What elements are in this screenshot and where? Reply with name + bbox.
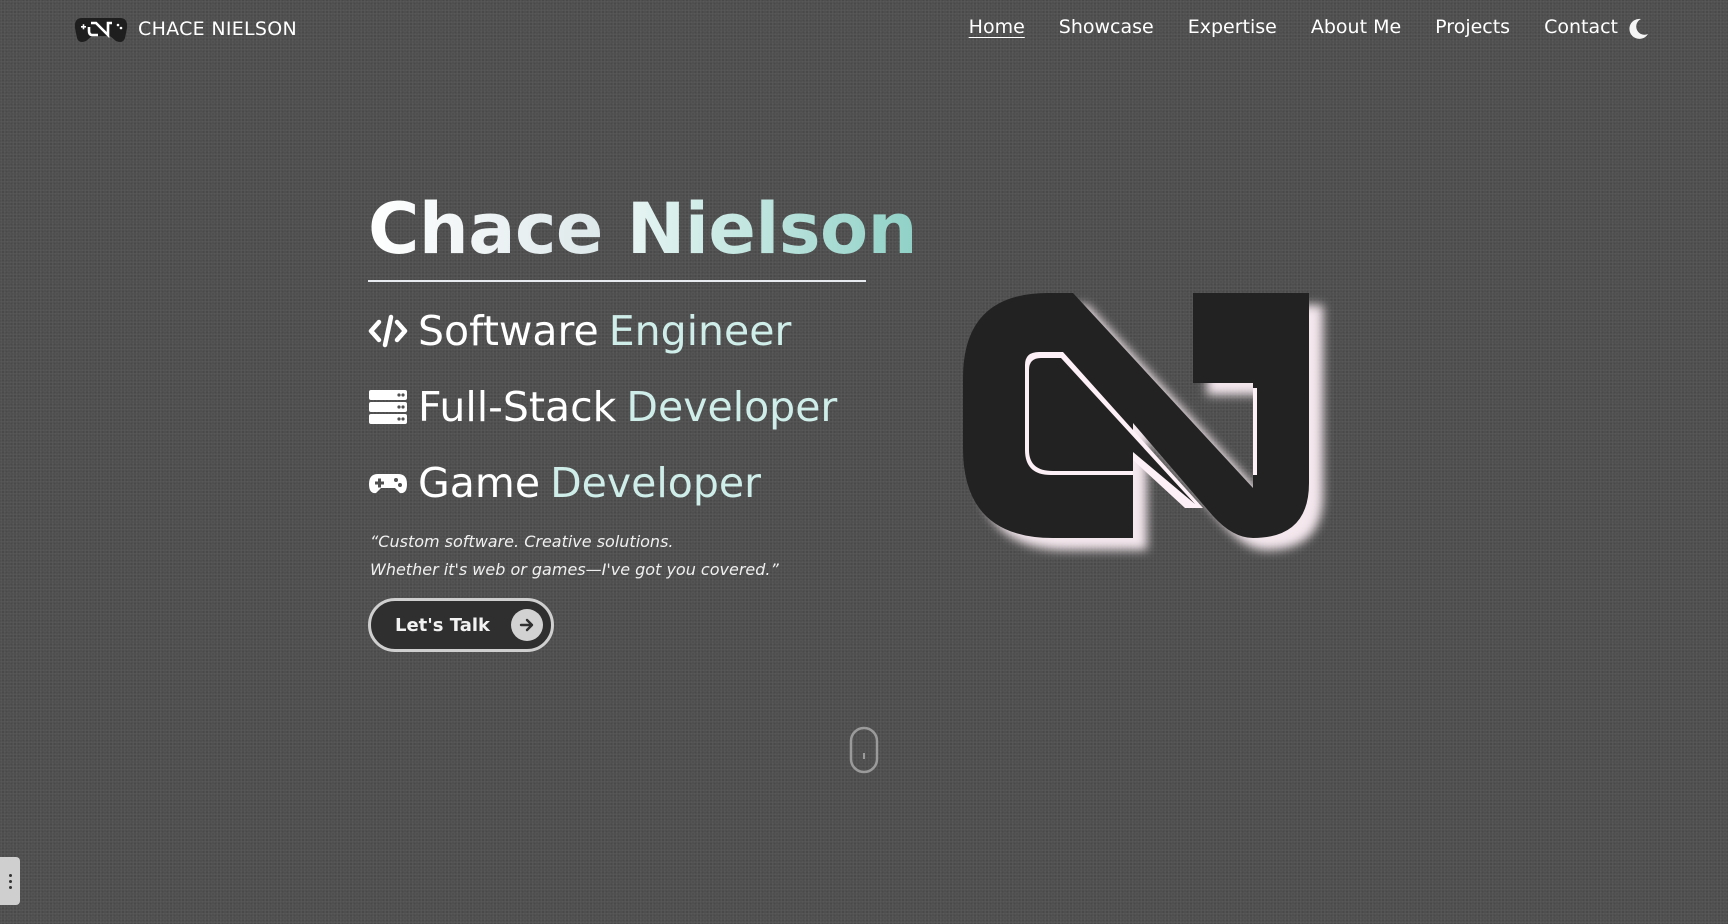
role-word-1: Game [418,459,541,507]
nav-link-contact[interactable]: Contact [1544,16,1618,38]
hero-first-name: Chace [368,188,603,270]
role-word-2: Developer [550,459,761,507]
arrow-right-icon [511,609,543,641]
moon-icon[interactable] [1626,17,1650,41]
nav-link-home[interactable]: Home [969,16,1025,38]
nav-links: Home Showcase Expertise About Me Project… [969,16,1618,38]
dot [8,873,12,877]
mouse-scroll-icon [849,726,879,774]
hero-last-name: Nielson [626,188,918,270]
code-icon [368,314,408,348]
quote-line-1: “Custom software. Creative solutions. [370,532,674,551]
cn-monogram-logo [963,293,1323,550]
background-noise [0,0,1728,924]
hero-name: Chace Nielson [368,188,917,282]
nav-link-projects[interactable]: Projects [1435,16,1510,38]
side-menu-handle[interactable] [0,857,20,905]
quote-line-2: Whether it's web or games—I've got you c… [370,560,779,579]
nav-link-expertise[interactable]: Expertise [1188,16,1277,38]
nav-link-about-me[interactable]: About Me [1311,16,1401,38]
role-full-stack-developer: Full-Stack Developer [368,383,837,431]
gamepad-icon [369,474,407,494]
role-software-engineer: Software Engineer [368,307,791,355]
role-word-1: Full-Stack [418,383,617,431]
role-word-2: Developer [626,383,838,431]
server-icon [369,390,407,424]
brand-link[interactable]: CHACE NIELSON [74,14,297,44]
lets-talk-label: Let's Talk [395,614,491,636]
dot [8,879,12,883]
role-word-1: Software [418,307,599,355]
role-game-developer: Game Developer [368,459,761,507]
hero-quote: “Custom software. Creative solutions. Wh… [370,528,779,584]
lets-talk-button[interactable]: Let's Talk [368,598,554,652]
top-navigation: CHACE NIELSON Home Showcase Expertise Ab… [0,0,1728,58]
role-word-2: Engineer [608,307,792,355]
nav-link-showcase[interactable]: Showcase [1059,16,1154,38]
brand-name: CHACE NIELSON [138,18,298,40]
gamepad-cn-logo-icon [74,18,128,42]
dot [8,885,12,889]
